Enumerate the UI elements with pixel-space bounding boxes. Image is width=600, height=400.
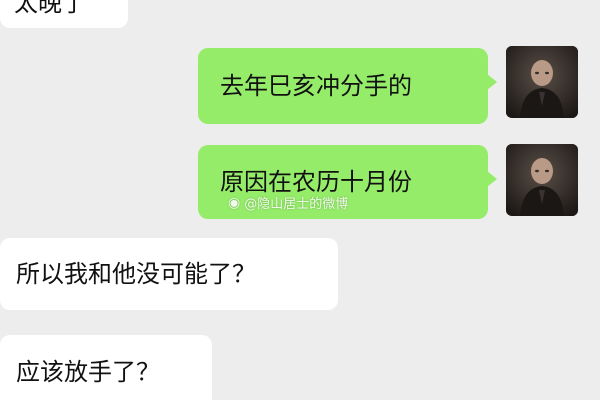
sent-message-bubble[interactable]: 去年巳亥冲分手的 [198, 48, 497, 124]
watermark-text: @隐山居士的微博 [244, 197, 349, 212]
user-avatar[interactable] [506, 46, 578, 118]
chat-window: 太晚了 去年巳亥冲分手的 原因在农历十月份 ◉ @隐山居士的微博 所以我和他没可… [0, 0, 600, 400]
received-message-bubble[interactable]: 太晚了 [0, 0, 128, 28]
user-avatar[interactable] [506, 144, 578, 216]
received-message-bubble[interactable]: 所以我和他没可能了？ [0, 238, 338, 310]
received-message-bubble[interactable]: 应该放手了？ [0, 335, 212, 400]
message-text: 原因在农历十月份 [220, 168, 412, 196]
message-text: 应该放手了？ [16, 358, 160, 386]
message-text: 太晚了 [14, 0, 86, 17]
message-text: 去年巳亥冲分手的 [220, 72, 412, 100]
message-text: 所以我和他没可能了？ [16, 260, 256, 288]
weibo-watermark: ◉ @隐山居士的微博 [228, 193, 349, 213]
weibo-icon: ◉ [228, 194, 241, 211]
monk-portrait-icon [506, 144, 578, 216]
monk-portrait-icon [506, 46, 578, 118]
